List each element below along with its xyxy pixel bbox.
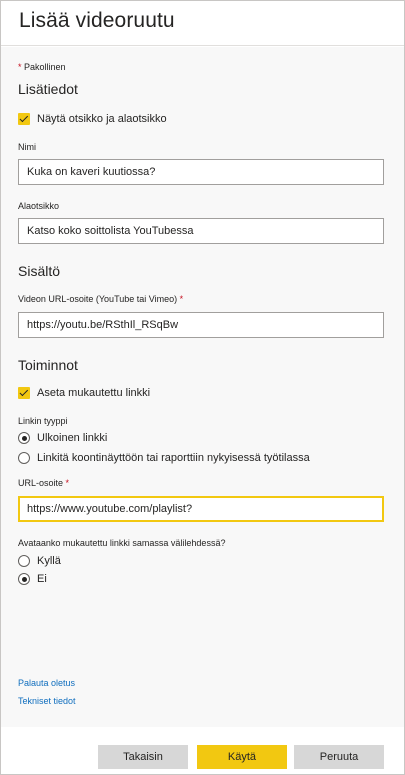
video-url-label-text: Videon URL-osoite (YouTube tai Vimeo) (18, 294, 178, 304)
show-title-checkbox[interactable] (18, 113, 30, 125)
video-url-required-star: * (179, 294, 184, 304)
restore-default-link[interactable]: Palauta oletus (18, 678, 75, 688)
apply-button[interactable]: Käytä (197, 745, 287, 769)
required-star: * (18, 62, 22, 72)
url-label-text: URL-osoite (18, 478, 64, 488)
link-type-external-label: Ulkoinen linkki (37, 432, 108, 444)
name-field[interactable]: Kuka on kaveri kuutiossa? (18, 159, 384, 185)
required-note: * Pakollinen (18, 62, 66, 72)
link-type-option-workspace[interactable]: Linkitä koontinäyttöön tai raporttiin ny… (18, 452, 310, 464)
link-type-label: Linkin tyyppi (18, 416, 68, 426)
url-required-star: * (65, 478, 70, 488)
custom-link-checkbox[interactable] (18, 387, 30, 399)
show-title-checkbox-row[interactable]: Näytä otsikko ja alaotsikko (18, 113, 167, 125)
video-url-label: Videon URL-osoite (YouTube tai Vimeo) * (18, 294, 183, 304)
link-type-external-radio[interactable] (18, 432, 30, 444)
dialog-header: Lisää videoruutu (1, 1, 404, 46)
cancel-button[interactable]: Peruuta (294, 745, 384, 769)
link-type-option-external[interactable]: Ulkoinen linkki (18, 432, 107, 444)
content-heading: Sisältö (18, 263, 61, 279)
video-url-field[interactable]: https://youtu.be/RSthIl_RSqBw (18, 312, 384, 338)
name-label: Nimi (18, 142, 36, 152)
subtitle-label: Alaotsikko (18, 201, 60, 211)
open-same-tab-no-label: Ei (37, 573, 47, 585)
open-same-tab-option-no[interactable]: Ei (18, 573, 47, 585)
actions-heading: Toiminnot (18, 357, 78, 373)
subtitle-field[interactable]: Katso koko soittolista YouTubessa (18, 218, 384, 244)
custom-link-label: Aseta mukautettu linkki (37, 387, 151, 399)
url-label: URL-osoite * (18, 478, 69, 488)
open-same-tab-no-radio[interactable] (18, 573, 30, 585)
technical-details-link[interactable]: Tekniset tiedot (18, 696, 76, 706)
show-title-label: Näytä otsikko ja alaotsikko (37, 113, 167, 125)
link-type-workspace-label: Linkitä koontinäyttöön tai raporttiin ny… (37, 452, 310, 464)
details-heading: Lisätiedot (18, 81, 78, 97)
open-same-tab-yes-label: Kyllä (37, 555, 61, 567)
link-type-workspace-radio[interactable] (18, 452, 30, 464)
open-same-tab-yes-radio[interactable] (18, 555, 30, 567)
open-same-tab-option-yes[interactable]: Kyllä (18, 555, 61, 567)
required-note-text: Pakollinen (24, 62, 66, 72)
dialog-title: Lisää videoruutu (19, 9, 175, 32)
url-field[interactable]: https://www.youtube.com/playlist? (18, 496, 384, 522)
open-same-tab-label: Avataanko mukautettu linkki samassa väli… (18, 538, 226, 548)
back-button[interactable]: Takaisin (98, 745, 188, 769)
custom-link-checkbox-row[interactable]: Aseta mukautettu linkki (18, 387, 150, 399)
